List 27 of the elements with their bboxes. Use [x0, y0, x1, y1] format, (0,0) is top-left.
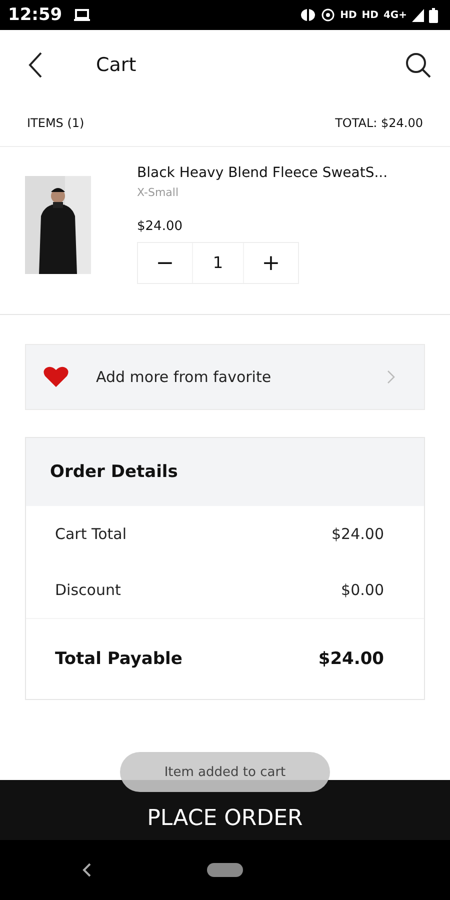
heart-icon — [42, 365, 70, 389]
network-indicator: HD — [340, 10, 357, 20]
clock: 12:59 — [8, 5, 62, 25]
detail-label: Discount — [55, 581, 121, 599]
home-pill[interactable] — [207, 863, 243, 877]
detail-value: $0.00 — [341, 581, 384, 599]
battery-icon — [429, 8, 438, 22]
favorites-row[interactable]: Add more from favorite — [25, 344, 425, 410]
chevron-right-icon — [386, 370, 396, 384]
product-name[interactable]: Black Heavy Blend Fleece SweatS... — [137, 165, 388, 181]
toast: Item added to cart — [120, 752, 330, 792]
signal-icon — [412, 8, 424, 22]
detail-value: $24.00 — [318, 649, 384, 669]
page-title: Cart — [96, 54, 136, 76]
network-indicator: 4G+ — [383, 10, 407, 20]
items-count: ITEMS (1) — [27, 116, 84, 130]
product-size: X-Small — [137, 186, 180, 199]
search-icon[interactable] — [404, 51, 432, 79]
product-price: $24.00 — [137, 219, 184, 234]
detail-label: Total Payable — [55, 649, 182, 669]
back-icon[interactable] — [82, 863, 92, 877]
order-details-title: Order Details — [50, 462, 178, 482]
detail-label: Cart Total — [55, 525, 127, 543]
cart-total: TOTAL: $24.00 — [335, 116, 423, 130]
detail-value: $24.00 — [332, 525, 384, 543]
network-indicator: HD — [362, 10, 378, 20]
laptop-icon — [73, 8, 92, 22]
